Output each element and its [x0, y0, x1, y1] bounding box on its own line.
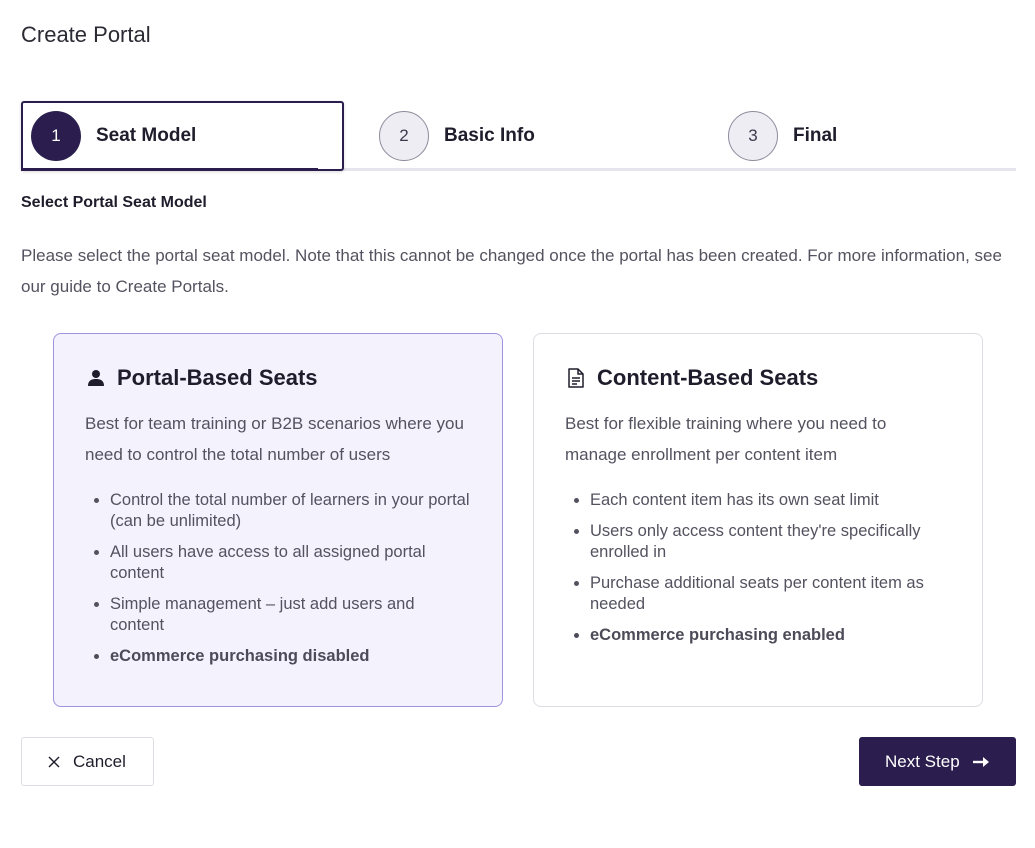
- card-description: Best for team training or B2B scenarios …: [85, 414, 464, 464]
- content-based-seats-card[interactable]: Content-Based Seats Best for flexible tr…: [533, 333, 983, 707]
- feature-list: Each content item has its own seat limit…: [565, 490, 952, 646]
- close-icon: [48, 756, 60, 768]
- cancel-label: Cancel: [73, 751, 126, 771]
- intro-text: Please select the portal seat model. Not…: [21, 246, 1002, 296]
- feature-item: All users have access to all assigned po…: [110, 542, 472, 584]
- step-number: 3: [728, 111, 778, 161]
- card-header: Content-Based Seats: [565, 364, 952, 392]
- feature-item: Control the total number of learners in …: [110, 490, 472, 532]
- step-label: Seat Model: [96, 125, 197, 146]
- card-description: Best for flexible training where you nee…: [565, 414, 887, 464]
- feature-item: Simple management – just add users and c…: [110, 594, 472, 636]
- stepper: 1 Seat Model 2 Basic Info 3 Final: [21, 101, 1016, 171]
- feature-item: Users only access content they're specif…: [590, 521, 952, 563]
- card-title: Content-Based Seats: [597, 365, 819, 390]
- portal-based-seats-card[interactable]: Portal-Based Seats Best for team trainin…: [53, 333, 503, 707]
- step-final[interactable]: 3 Final: [728, 101, 837, 171]
- arrow-right-icon: [972, 756, 990, 768]
- feature-item-ecommerce: eCommerce purchasing disabled: [110, 646, 472, 667]
- feature-list: Control the total number of learners in …: [85, 490, 472, 667]
- feature-item: Purchase additional seats per content it…: [590, 573, 952, 615]
- step-label: Final: [793, 125, 838, 146]
- page-title: Create Portal: [21, 22, 151, 47]
- user-icon: [85, 367, 107, 389]
- document-icon: [565, 367, 587, 389]
- card-title: Portal-Based Seats: [117, 365, 318, 390]
- step-basic-info[interactable]: 2 Basic Info: [379, 101, 535, 171]
- step-label: Basic Info: [444, 125, 535, 146]
- next-step-label: Next Step: [885, 751, 960, 771]
- step-number: 2: [379, 111, 429, 161]
- section-heading: Select Portal Seat Model: [21, 194, 207, 211]
- step-seat-model[interactable]: 1 Seat Model: [21, 101, 344, 171]
- next-step-button[interactable]: Next Step: [859, 737, 1016, 786]
- step-number: 1: [31, 111, 81, 161]
- cancel-button[interactable]: Cancel: [21, 737, 154, 786]
- feature-item-ecommerce: eCommerce purchasing enabled: [590, 625, 952, 646]
- feature-item: Each content item has its own seat limit: [590, 490, 952, 511]
- card-header: Portal-Based Seats: [85, 364, 472, 392]
